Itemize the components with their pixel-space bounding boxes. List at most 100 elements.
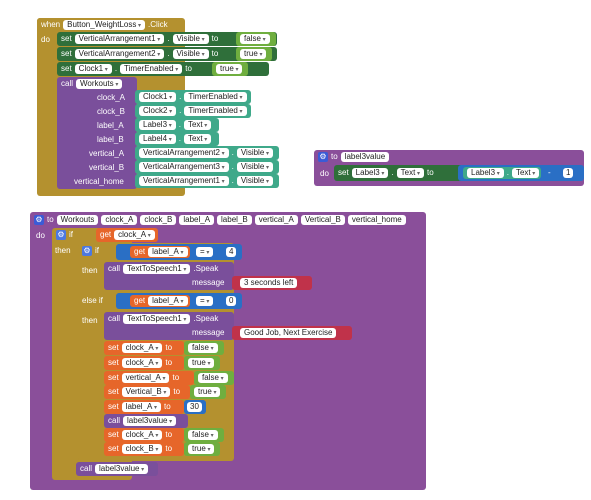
minus-operator: - bbox=[548, 168, 551, 177]
property-dropdown[interactable]: Visible bbox=[172, 34, 209, 44]
variable-dropdown[interactable]: vertical_A bbox=[121, 373, 170, 383]
number-field[interactable]: 1 bbox=[563, 168, 574, 178]
param-field[interactable]: clock_B bbox=[140, 215, 177, 225]
procedure-dropdown[interactable]: label3value bbox=[95, 464, 149, 474]
to-keyword: to bbox=[164, 402, 171, 411]
property-dropdown[interactable]: Text bbox=[396, 168, 424, 178]
boolean-dropdown[interactable]: false bbox=[198, 373, 228, 383]
do-keyword: do bbox=[41, 35, 50, 44]
number-field[interactable]: 30 bbox=[187, 402, 202, 412]
to-keyword: to bbox=[211, 34, 219, 43]
boolean-dropdown[interactable]: true bbox=[188, 444, 215, 454]
component-dropdown[interactable]: Label3 bbox=[139, 120, 176, 130]
variable-dropdown[interactable]: clock_A bbox=[121, 430, 163, 440]
param-field[interactable]: vertical_A bbox=[254, 215, 298, 225]
tts-component-dropdown[interactable]: TextToSpeech1 bbox=[123, 314, 191, 324]
component-dropdown[interactable]: VerticalArrangement2 bbox=[139, 148, 229, 158]
property-dropdown[interactable]: TimerEnabled bbox=[184, 92, 247, 102]
click-event-name: .Click bbox=[148, 20, 168, 29]
get-keyword: get bbox=[134, 296, 146, 305]
when-keyword: when bbox=[41, 20, 61, 29]
set-keyword: set bbox=[108, 402, 119, 411]
boolean-dropdown[interactable]: true bbox=[194, 387, 221, 397]
set-keyword: set bbox=[61, 34, 72, 43]
boolean-dropdown[interactable]: true bbox=[188, 358, 215, 368]
component-dropdown[interactable]: VerticalArrangement2 bbox=[74, 49, 165, 59]
set-keyword: set bbox=[108, 430, 119, 439]
variable-dropdown[interactable]: clock_B bbox=[121, 444, 163, 454]
procedure-name-field[interactable]: label3value bbox=[340, 152, 390, 162]
to-keyword: to bbox=[426, 168, 434, 177]
variable-dropdown[interactable]: label_A bbox=[148, 296, 188, 306]
do-keyword: do bbox=[320, 169, 329, 178]
else-if-keyword: else if bbox=[82, 296, 103, 305]
component-dropdown[interactable]: Clock1 bbox=[74, 64, 112, 74]
equals-operator-dropdown[interactable]: = bbox=[196, 247, 214, 257]
boolean-dropdown[interactable]: false bbox=[240, 34, 270, 44]
component-dropdown[interactable]: Clock2 bbox=[139, 106, 177, 116]
gear-icon[interactable]: ⚙ bbox=[82, 246, 92, 256]
property-dropdown[interactable]: Visible bbox=[172, 49, 209, 59]
gear-icon[interactable]: ⚙ bbox=[56, 230, 66, 240]
workouts-procedure-dropdown[interactable]: Workouts bbox=[76, 79, 123, 89]
variable-dropdown[interactable]: label_A bbox=[148, 247, 188, 257]
property-dropdown[interactable]: Visible bbox=[236, 176, 273, 186]
equals-operator-dropdown[interactable]: = bbox=[196, 296, 214, 306]
property-dropdown[interactable]: Text bbox=[183, 134, 212, 144]
arg-label: vertical_A bbox=[89, 149, 125, 158]
message-label: message bbox=[192, 328, 225, 337]
component-dropdown[interactable]: Label3 bbox=[467, 168, 504, 178]
set-keyword: set bbox=[338, 168, 349, 177]
text-field[interactable]: Good Job, Next Exercise bbox=[240, 328, 337, 338]
property-dropdown[interactable]: TimerEnabled bbox=[184, 106, 247, 116]
component-dropdown[interactable]: VerticalArrangement3 bbox=[139, 162, 229, 172]
to-keyword: to bbox=[172, 373, 180, 382]
property-dropdown[interactable]: Text bbox=[511, 168, 540, 178]
component-dropdown[interactable]: Clock1 bbox=[139, 92, 177, 102]
param-field[interactable]: clock_A bbox=[101, 215, 138, 225]
speak-method: .Speak bbox=[193, 314, 219, 323]
tts-component-dropdown[interactable]: TextToSpeech1 bbox=[123, 264, 191, 274]
property-dropdown[interactable]: Visible bbox=[236, 162, 273, 172]
gear-icon[interactable]: ⚙ bbox=[318, 152, 328, 162]
property-dropdown[interactable]: Visible bbox=[236, 148, 273, 158]
set-keyword: set bbox=[108, 444, 119, 453]
boolean-dropdown[interactable]: false bbox=[188, 343, 218, 353]
param-field[interactable]: vertical_home bbox=[347, 215, 406, 225]
boolean-dropdown[interactable]: false bbox=[188, 430, 218, 440]
param-field[interactable]: label_A bbox=[179, 215, 215, 225]
gear-icon[interactable]: ⚙ bbox=[34, 215, 44, 225]
procedure-name-field[interactable]: Workouts bbox=[56, 215, 99, 225]
property-dropdown[interactable]: TimerEnabled bbox=[120, 64, 183, 74]
to-keyword: to bbox=[211, 49, 219, 58]
call-keyword: call bbox=[108, 264, 121, 273]
variable-dropdown[interactable]: clock_A bbox=[121, 343, 163, 353]
component-dropdown[interactable]: Label3 bbox=[351, 168, 389, 178]
boolean-dropdown[interactable]: true bbox=[216, 64, 243, 74]
variable-dropdown[interactable]: clock_A bbox=[121, 358, 163, 368]
boolean-dropdown[interactable]: true bbox=[240, 49, 267, 59]
to-keyword: to bbox=[173, 387, 181, 396]
then-keyword: then bbox=[82, 316, 98, 325]
number-field[interactable]: 4 bbox=[226, 247, 237, 257]
text-field[interactable]: 3 seconds left bbox=[240, 278, 298, 288]
then-keyword: then bbox=[55, 246, 71, 255]
to-keyword: to bbox=[165, 358, 173, 367]
call-keyword: call bbox=[80, 464, 93, 473]
procedure-dropdown[interactable]: label3value bbox=[123, 416, 177, 426]
number-field[interactable]: 0 bbox=[226, 296, 237, 306]
property-dropdown[interactable]: Text bbox=[183, 120, 212, 130]
component-dropdown[interactable]: VerticalArrangement1 bbox=[74, 34, 165, 44]
button-weightloss-dropdown[interactable]: Button_WeightLoss bbox=[63, 20, 146, 30]
arg-label: vertical_B bbox=[89, 163, 125, 172]
then-keyword: then bbox=[82, 266, 98, 275]
variable-dropdown[interactable]: Vertical_B bbox=[121, 387, 171, 397]
param-field[interactable]: Vertical_B bbox=[300, 215, 345, 225]
component-dropdown[interactable]: Label4 bbox=[139, 134, 176, 144]
param-field[interactable]: label_B bbox=[217, 215, 252, 225]
call-keyword: call bbox=[108, 314, 121, 323]
component-dropdown[interactable]: VerticalArrangement1 bbox=[139, 176, 229, 186]
variable-dropdown[interactable]: clock_A bbox=[114, 230, 155, 240]
variable-dropdown[interactable]: label_A bbox=[121, 402, 162, 412]
to-keyword: to bbox=[165, 444, 173, 453]
